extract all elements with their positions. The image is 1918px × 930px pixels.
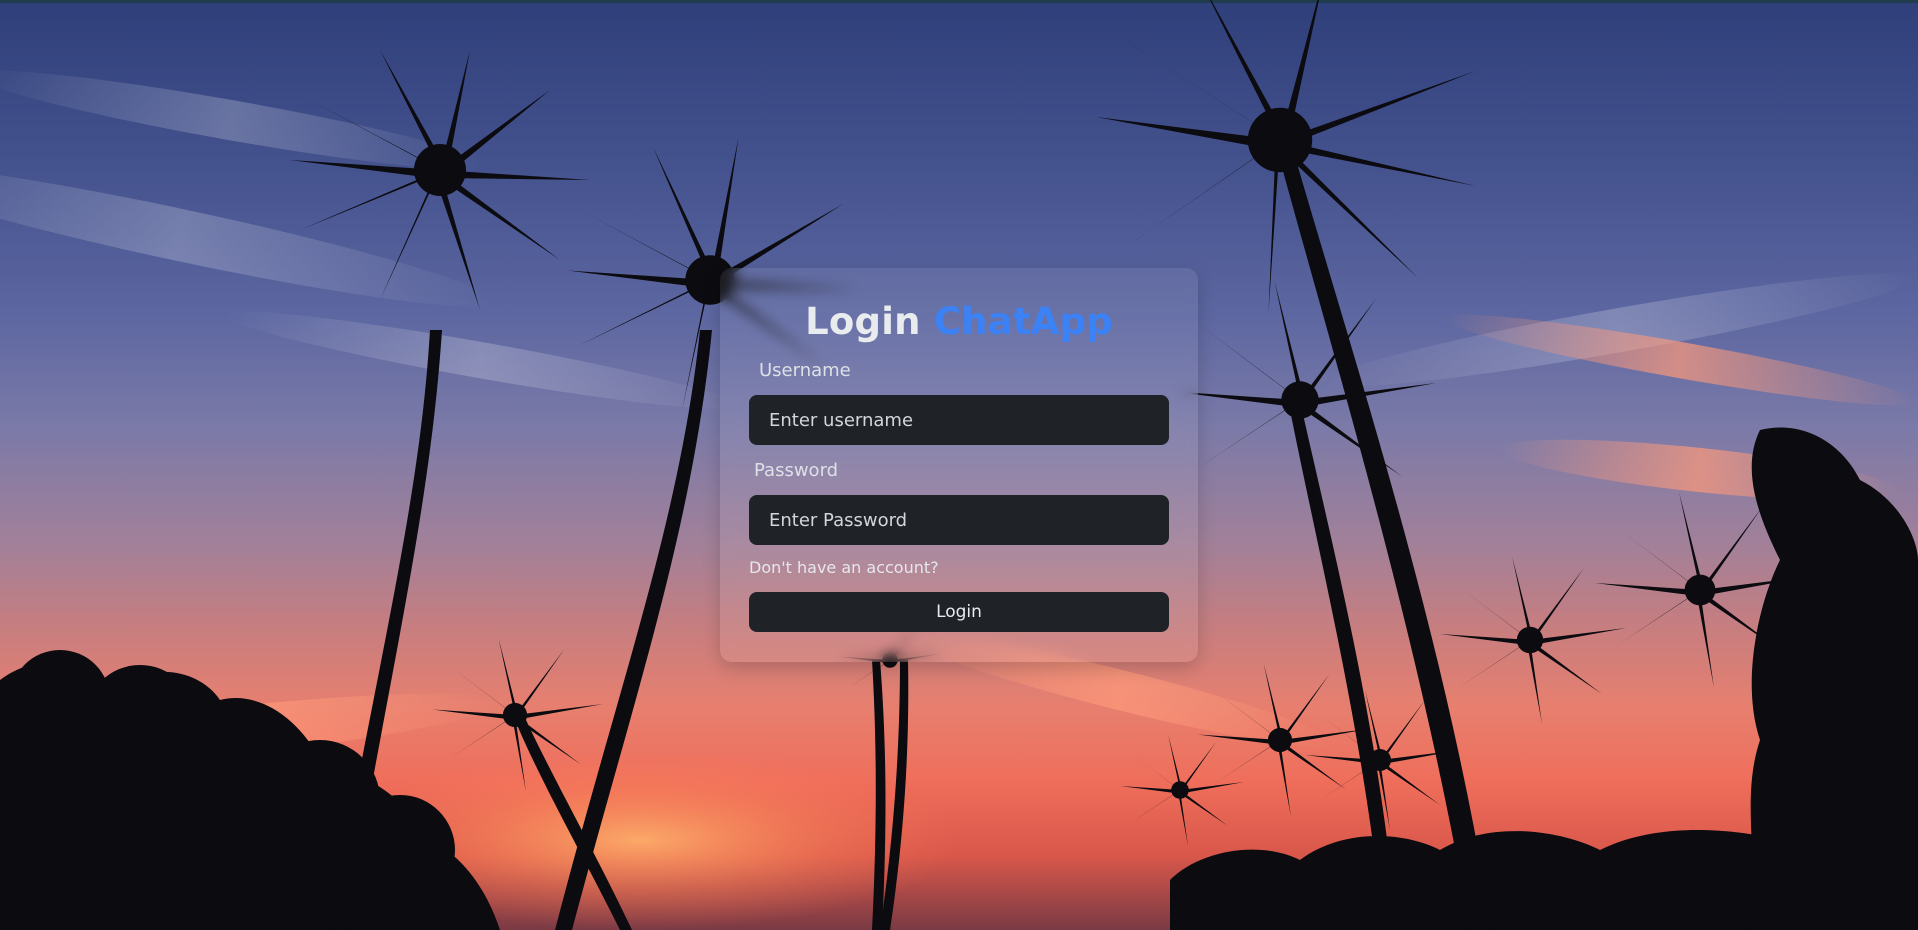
title-brand: ChatApp: [933, 300, 1113, 343]
title-prefix: Login: [805, 300, 921, 343]
username-label: Username: [759, 360, 851, 381]
login-title: Login ChatApp: [720, 300, 1198, 343]
login-card: Login ChatApp Username Password Don't ha…: [720, 268, 1198, 662]
username-input[interactable]: [749, 395, 1169, 445]
password-input[interactable]: [749, 495, 1169, 545]
login-button[interactable]: Login: [749, 592, 1169, 632]
signup-link[interactable]: Don't have an account?: [749, 558, 939, 577]
password-label: Password: [754, 460, 839, 481]
